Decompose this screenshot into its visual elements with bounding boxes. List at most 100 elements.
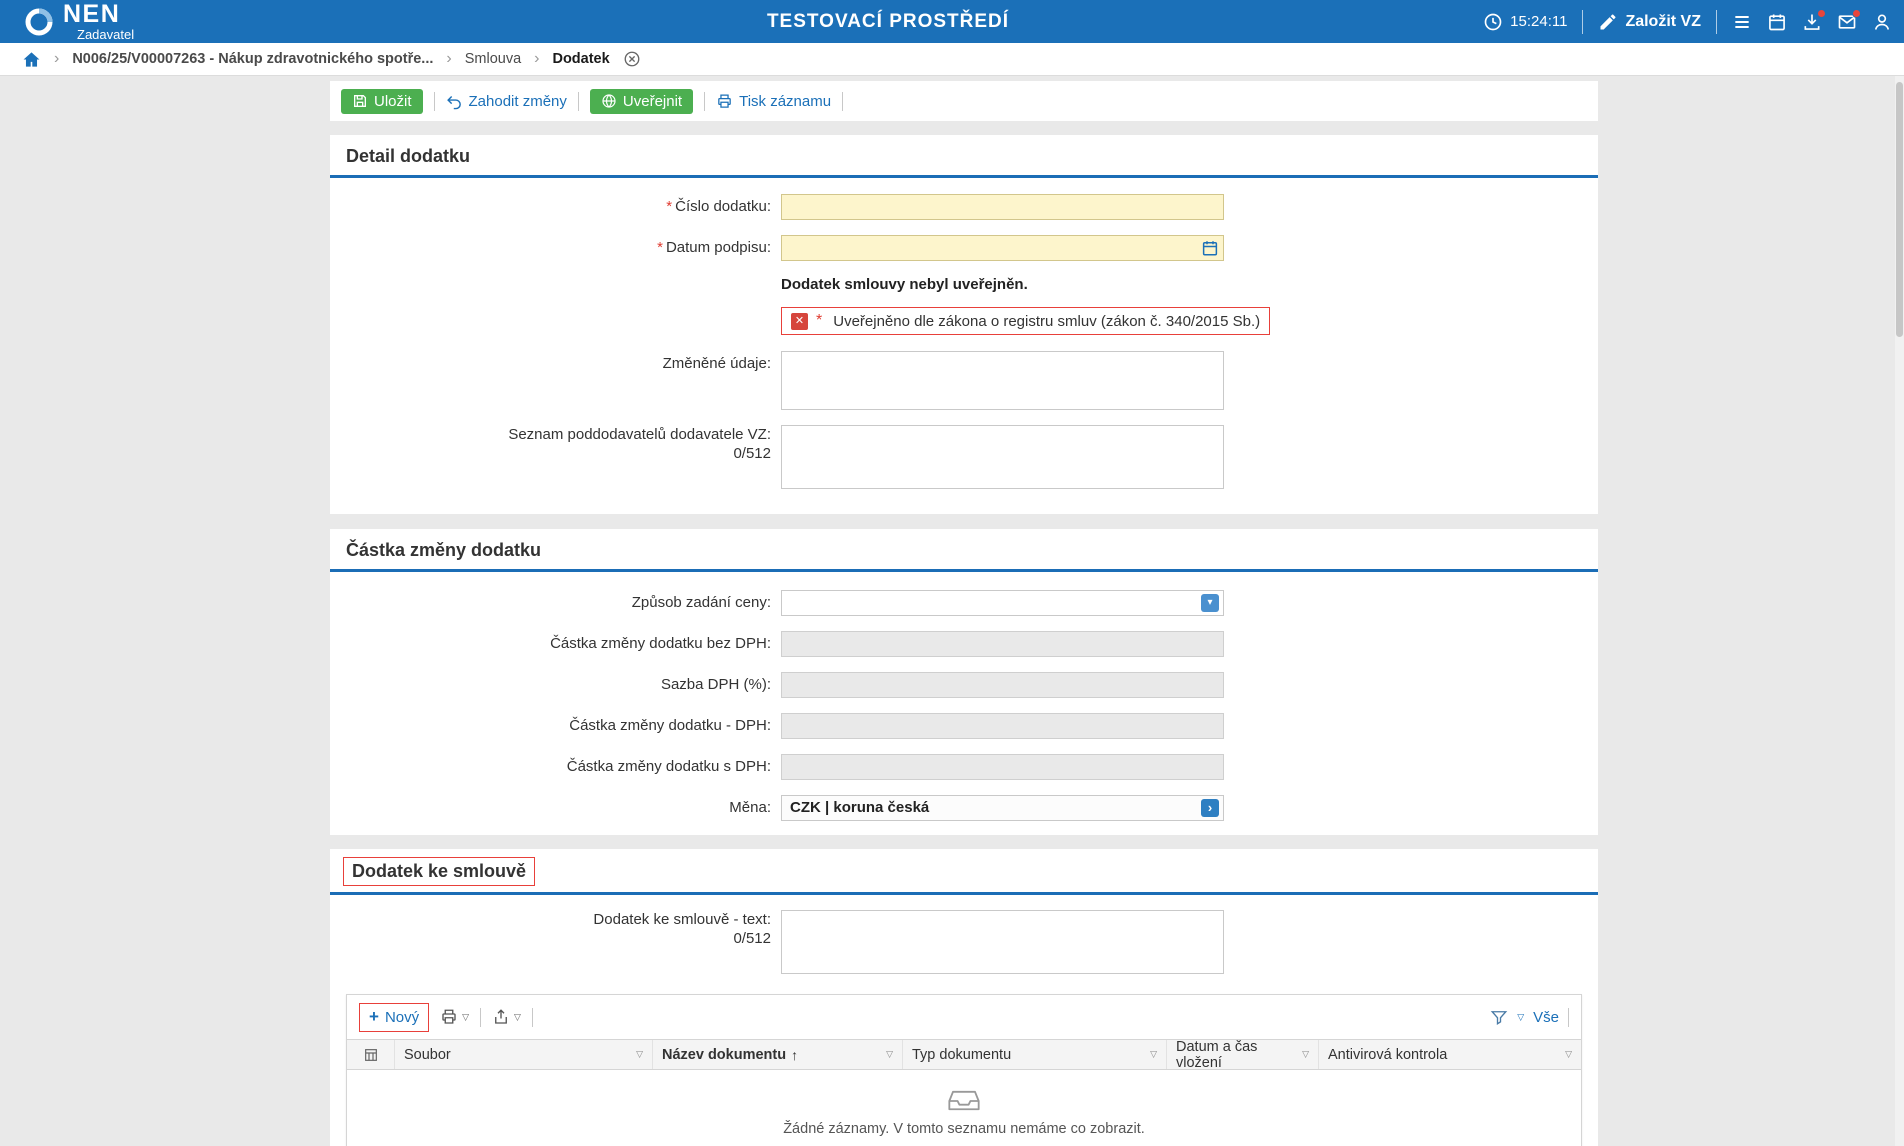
castka-s-dph-input: [781, 754, 1224, 780]
field-row-cislo-dodatku: *Číslo dodatku:: [330, 194, 1598, 220]
page: NEN Zadavatel TESTOVACÍ PROSTŘEDÍ 15:24:…: [0, 0, 1904, 1146]
required-marker: *: [666, 198, 672, 215]
column-filter-icon[interactable]: ▽: [1144, 1049, 1157, 1060]
toolbar-separator: [434, 92, 435, 111]
datepicker-button[interactable]: [1201, 239, 1219, 257]
zpusob-zadani-dropdown[interactable]: ▾: [781, 590, 1224, 616]
home-button[interactable]: [22, 50, 41, 69]
toolbar-separator: [704, 92, 705, 111]
column-header-datum[interactable]: Datum a čas vložení ▽: [1167, 1040, 1319, 1069]
logo-text: NEN: [63, 2, 134, 27]
header-separator: [1716, 10, 1717, 34]
field-row-mena: Měna: CZK | koruna česká ›: [330, 795, 1598, 821]
messages-button[interactable]: [1837, 12, 1857, 32]
calendar-button[interactable]: [1767, 12, 1787, 32]
registry-publish-checkbox[interactable]: ✕ * Uveřejněno dle zákona o registru sml…: [781, 307, 1270, 335]
breadcrumb-separator-icon: ›: [54, 50, 59, 68]
required-marker: *: [657, 239, 663, 256]
field-row-sazba-dph: Sazba DPH (%):: [330, 672, 1598, 698]
print-record-button[interactable]: Tisk záznamu: [716, 93, 831, 110]
field-row-dph: Částka změny dodatku - DPH:: [330, 713, 1598, 739]
field-label: Seznam poddodavatelů dodavatele VZ: 0/51…: [330, 425, 781, 463]
calendar-icon: [1201, 239, 1219, 257]
close-tab-button[interactable]: [623, 50, 641, 68]
save-button[interactable]: Uložit: [341, 89, 423, 114]
field-label: Částka změny dodatku - DPH:: [330, 713, 781, 739]
field-label: Částka změny dodatku s DPH:: [330, 754, 781, 780]
menu-button[interactable]: [1732, 12, 1752, 32]
breadcrumb: › N006/25/V00007263 - Nákup zdravotnické…: [0, 43, 1904, 76]
home-icon: [22, 50, 41, 69]
column-filter-icon[interactable]: ▽: [630, 1049, 643, 1060]
field-label: Změněné údaje:: [330, 351, 781, 377]
column-header-typ[interactable]: Typ dokumentu ▽: [903, 1040, 1167, 1069]
breadcrumb-separator-icon: ›: [534, 50, 539, 68]
field-label: Měna:: [330, 795, 781, 821]
section-title: Částka změny dodatku: [330, 529, 1598, 569]
export-table-button[interactable]: ▽: [492, 1008, 521, 1026]
vertical-scrollbar[interactable]: [1895, 76, 1904, 1146]
toolbar-separator: [532, 1008, 533, 1027]
char-counter: 0/512: [330, 444, 771, 463]
mena-field[interactable]: CZK | koruna česká ›: [781, 795, 1224, 821]
section-detail-dodatku: Detail dodatku *Číslo dodatku: *Datum po…: [330, 135, 1598, 514]
save-icon: [352, 93, 368, 109]
field-label: Sazba DPH (%):: [330, 672, 781, 698]
environment-title: TESTOVACÍ PROSTŘEDÍ: [767, 11, 1009, 33]
sort-ascending-icon: ↑: [791, 1047, 798, 1063]
calendar-icon: [1767, 12, 1787, 32]
chevron-right-icon[interactable]: ›: [1201, 799, 1219, 817]
header-separator: [1582, 10, 1583, 34]
toolbar-separator: [480, 1008, 481, 1027]
pencil-icon: [1598, 12, 1618, 32]
documents-table-empty-state: Žádné záznamy. V tomto seznamu nemáme co…: [347, 1070, 1581, 1146]
print-table-button[interactable]: ▽: [440, 1008, 469, 1026]
create-vz-button[interactable]: Založit VZ: [1598, 12, 1701, 32]
breadcrumb-item-procurement[interactable]: N006/25/V00007263 - Nákup zdravotnického…: [72, 51, 433, 67]
column-filter-icon[interactable]: ▽: [1559, 1049, 1572, 1060]
zmenene-udaje-textarea[interactable]: [781, 351, 1224, 410]
notification-dot: [1852, 9, 1861, 18]
filter-button[interactable]: [1490, 1008, 1508, 1026]
column-header-nazev[interactable]: Název dokumentu ↑ ▽: [653, 1040, 903, 1069]
field-row-datum-podpisu: *Datum podpisu:: [330, 235, 1598, 261]
cislo-dodatku-input[interactable]: [781, 194, 1224, 220]
funnel-icon: [1490, 1008, 1508, 1026]
scrollbar-thumb[interactable]: [1896, 82, 1903, 337]
publish-button[interactable]: Uveřejnit: [590, 89, 693, 114]
user-profile-button[interactable]: [1872, 12, 1892, 32]
section-title: Dodatek ke smlouvě: [352, 861, 526, 881]
export-icon: [492, 1008, 510, 1026]
create-vz-label: Založit VZ: [1625, 13, 1701, 31]
breadcrumb-item-dodatek: Dodatek: [552, 51, 609, 67]
toolbar-separator: [578, 92, 579, 111]
caret-down-icon: ▽: [1517, 1012, 1524, 1023]
chevron-down-icon[interactable]: ▾: [1201, 594, 1219, 612]
section-castka-zmeny: Částka změny dodatku Způsob zadání ceny:…: [330, 529, 1598, 835]
documents-table-header: Soubor ▽ Název dokumentu ↑ ▽ Typ dokumen…: [347, 1039, 1581, 1070]
column-filter-icon[interactable]: ▽: [1296, 1049, 1309, 1060]
field-row-zpusob-zadani: Způsob zadání ceny: ▾: [330, 590, 1598, 616]
char-counter: 0/512: [330, 929, 771, 948]
dodatek-text-textarea[interactable]: [781, 910, 1224, 974]
column-filter-icon[interactable]: ▽: [880, 1049, 893, 1060]
breadcrumb-item-smlouva[interactable]: Smlouva: [465, 51, 521, 67]
field-row-s-dph: Částka změny dodatku s DPH:: [330, 754, 1598, 780]
not-published-note: Dodatek smlouvy nebyl uveřejněn.: [781, 276, 1598, 293]
sazba-dph-input: [781, 672, 1224, 698]
datum-podpisu-input[interactable]: [781, 235, 1224, 261]
discard-changes-button[interactable]: Zahodit změny: [446, 93, 567, 110]
clock-icon: [1483, 12, 1503, 32]
new-document-button[interactable]: + Nový: [359, 1003, 429, 1032]
column-header-antivirova[interactable]: Antivirová kontrola ▽: [1319, 1040, 1581, 1069]
field-label: *Číslo dodatku:: [330, 194, 781, 220]
column-settings-button[interactable]: [347, 1040, 395, 1069]
logo-subtext: Zadavatel: [77, 28, 134, 41]
column-header-soubor[interactable]: Soubor ▽: [395, 1040, 653, 1069]
show-all-link[interactable]: Vše: [1533, 1009, 1559, 1026]
seznam-poddodavatelu-textarea[interactable]: [781, 425, 1224, 489]
field-label: Dodatek ke smlouvě - text: 0/512: [330, 910, 781, 948]
app-header: NEN Zadavatel TESTOVACÍ PROSTŘEDÍ 15:24:…: [0, 0, 1904, 43]
downloads-button[interactable]: [1802, 12, 1822, 32]
plus-icon: +: [369, 1010, 379, 1024]
